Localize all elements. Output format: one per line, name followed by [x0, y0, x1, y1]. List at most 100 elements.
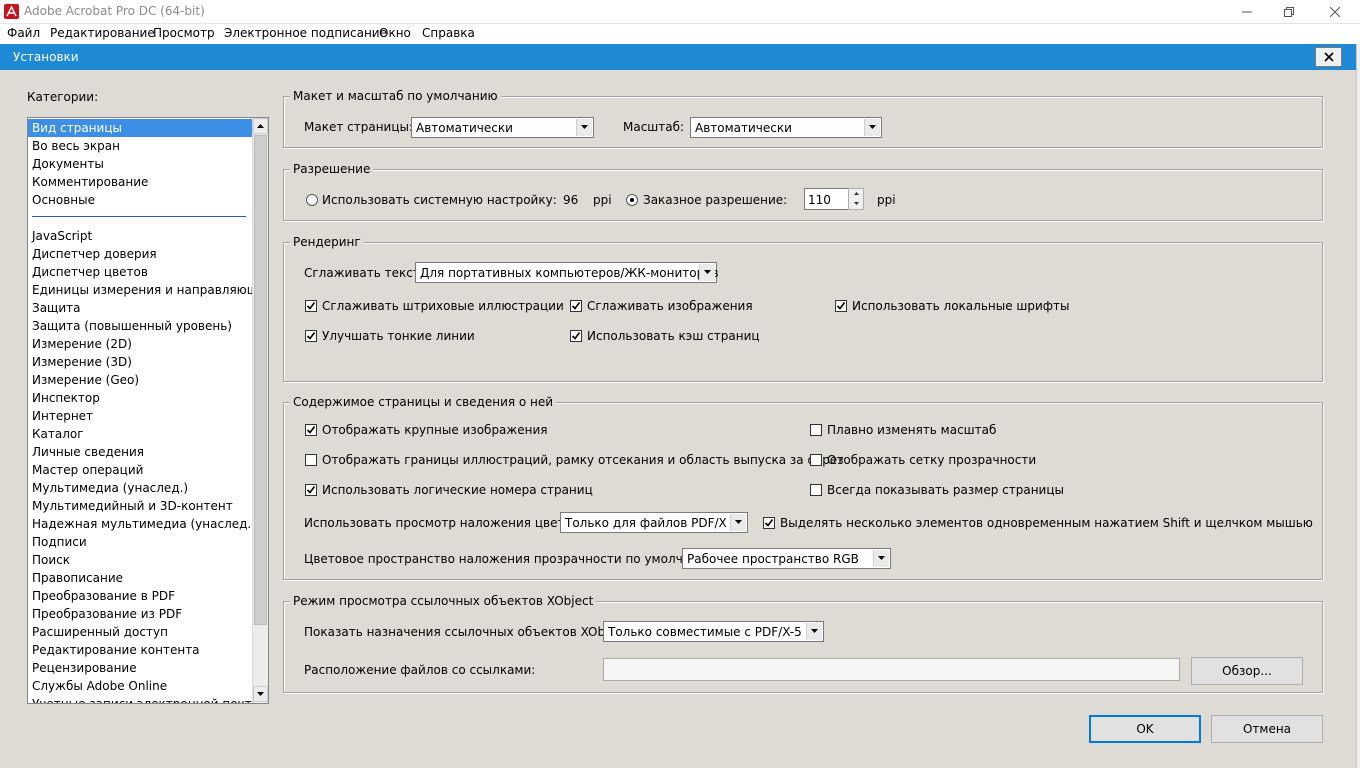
category-item-commenting[interactable]: Комментирование — [28, 173, 252, 191]
menu-file[interactable]: Файл — [7, 26, 40, 40]
category-item[interactable]: Мультимедиа (унаслед.) — [28, 479, 252, 497]
scroll-up-button[interactable] — [253, 118, 268, 134]
category-item[interactable]: Поиск — [28, 551, 252, 569]
category-item[interactable]: Личные сведения — [28, 443, 252, 461]
menu-help[interactable]: Справка — [422, 26, 475, 40]
menu-window[interactable]: Окно — [379, 26, 411, 40]
category-item[interactable]: Службы Adobe Online — [28, 677, 252, 695]
smooth-text-value: Для портативных компьютеров/ЖК-мониторов — [420, 266, 719, 280]
category-item[interactable]: Подписи — [28, 533, 252, 551]
checkbox-large-images[interactable] — [305, 424, 317, 436]
browse-button[interactable]: Обзор... — [1191, 657, 1303, 685]
group-title: Содержимое страницы и сведения о ней — [290, 395, 557, 409]
chevron-down-icon — [699, 264, 715, 281]
page-layout-value: Автоматически — [416, 121, 513, 135]
scroll-down-button[interactable] — [253, 686, 268, 702]
category-item[interactable]: Рецензирование — [28, 659, 252, 677]
blend-space-select[interactable]: Рабочее пространство RGB — [682, 548, 891, 569]
radio-custom-resolution[interactable] — [626, 194, 638, 206]
zoom-select[interactable]: Автоматически — [690, 117, 882, 138]
category-item[interactable]: Защита (повышенный уровень) — [28, 317, 252, 335]
dialog-close-button[interactable] — [1315, 47, 1342, 67]
category-item[interactable]: Диспетчер цветов — [28, 263, 252, 281]
spinner-up-button[interactable] — [849, 189, 863, 199]
menu-esign[interactable]: Электронное подписание — [224, 26, 387, 40]
chevron-down-icon — [873, 550, 889, 567]
checkbox-page-cache[interactable] — [570, 330, 582, 342]
scroll-thumb[interactable] — [254, 135, 267, 625]
chevron-down-icon — [806, 623, 822, 640]
category-item[interactable]: JavaScript — [28, 227, 252, 245]
checkbox-always-show-page-size[interactable] — [810, 484, 822, 496]
checkbox-shift-click[interactable] — [763, 517, 775, 529]
checkbox-smooth-line-art[interactable] — [305, 300, 317, 312]
group-default-layout: Макет и масштаб по умолчанию Макет стран… — [283, 89, 1323, 148]
categories-list[interactable]: Вид страницы Во весь экран Документы Ком… — [27, 117, 269, 704]
xobject-targets-select[interactable]: Только совместимые с PDF/X-5 — [603, 621, 824, 642]
cancel-button[interactable]: Отмена — [1211, 715, 1323, 743]
category-item[interactable]: Измерение (2D) — [28, 335, 252, 353]
blend-space-label: Цветовое пространство наложения прозрачн… — [304, 552, 720, 566]
category-item[interactable]: Преобразование в PDF — [28, 587, 252, 605]
xobject-targets-label: Показать назначения ссылочных объектов X… — [304, 625, 632, 639]
checkbox-transparency-grid[interactable] — [810, 454, 822, 466]
page-layout-label: Макет страницы: — [304, 120, 414, 134]
spinner-down-button[interactable] — [849, 199, 863, 209]
xobject-location-field[interactable] — [603, 658, 1180, 681]
category-item[interactable]: Каталог — [28, 425, 252, 443]
checkbox-smooth-zoom[interactable] — [810, 424, 822, 436]
category-item[interactable]: Надежная мультимедиа (унаслед.) — [28, 515, 252, 533]
checkbox-art-trim-bleed[interactable] — [305, 454, 317, 466]
menu-edit[interactable]: Редактирование — [50, 26, 155, 40]
ok-button[interactable]: OK — [1089, 715, 1201, 743]
menu-bar: Файл Редактирование Просмотр Электронное… — [0, 24, 1360, 44]
radio-system-resolution[interactable] — [306, 194, 318, 206]
overprint-label: Использовать просмотр наложения цветов: — [304, 516, 583, 530]
minimize-button[interactable] — [1224, 0, 1270, 22]
resolution-spinner — [848, 188, 864, 210]
category-item-general[interactable]: Основные — [28, 191, 252, 209]
arrow-up-icon — [853, 192, 859, 195]
close-icon — [1329, 6, 1341, 17]
smooth-text-select[interactable]: Для портативных компьютеров/ЖК-мониторов — [415, 262, 719, 283]
checkbox-logical-page-numbers[interactable] — [305, 484, 317, 496]
checkbox-local-fonts[interactable] — [835, 300, 847, 312]
category-item[interactable]: Единицы измерения и направляющие — [28, 281, 252, 299]
page-layout-select[interactable]: Автоматически — [411, 117, 594, 138]
group-title: Режим просмотра ссылочных объектов XObje… — [290, 594, 597, 608]
category-item[interactable]: Мультимедийный и 3D-контент — [28, 497, 252, 515]
category-item-page-display[interactable]: Вид страницы — [28, 119, 252, 137]
checkbox-enhance-thin-lines[interactable] — [305, 330, 317, 342]
category-item[interactable]: Правописание — [28, 569, 252, 587]
app-titlebar: Adobe Acrobat Pro DC (64-bit) — [0, 0, 1360, 24]
category-item[interactable]: Диспетчер доверия — [28, 245, 252, 263]
category-item-full-screen[interactable]: Во весь экран — [28, 137, 252, 155]
category-item[interactable]: Мастер операций — [28, 461, 252, 479]
category-item-documents[interactable]: Документы — [28, 155, 252, 173]
category-item[interactable]: Учетные записи электронной почты — [28, 695, 252, 703]
app-window-edge — [1356, 44, 1360, 768]
categories-scrollbar[interactable] — [252, 118, 268, 703]
category-item[interactable]: Расширенный доступ — [28, 623, 252, 641]
category-item[interactable]: Преобразование из PDF — [28, 605, 252, 623]
enhance-thin-lines-label: Улучшать тонкие линии — [322, 329, 475, 343]
checkbox-smooth-images[interactable] — [570, 300, 582, 312]
custom-resolution-value: 110 — [808, 193, 831, 207]
category-item[interactable]: Интернет — [28, 407, 252, 425]
custom-resolution-label: Заказное разрешение: — [643, 193, 788, 207]
acrobat-icon — [4, 4, 19, 19]
category-item[interactable]: Редактирование контента — [28, 641, 252, 659]
logical-page-numbers-label: Использовать логические номера страниц — [322, 483, 593, 497]
category-item[interactable]: Измерение (Geo) — [28, 371, 252, 389]
categories-label: Категории: — [27, 90, 99, 104]
category-item[interactable]: Измерение (3D) — [28, 353, 252, 371]
category-item[interactable]: Инспектор — [28, 389, 252, 407]
custom-resolution-input[interactable]: 110 — [804, 188, 850, 210]
menu-view[interactable]: Просмотр — [153, 26, 215, 40]
overprint-select[interactable]: Только для файлов PDF/X — [560, 512, 748, 533]
app-close-button[interactable] — [1312, 0, 1358, 22]
restore-button[interactable] — [1266, 0, 1312, 22]
category-item[interactable]: Защита — [28, 299, 252, 317]
xobject-location-label: Расположение файлов со ссылками: — [304, 663, 536, 677]
smooth-images-label: Сглаживать изображения — [587, 299, 753, 313]
